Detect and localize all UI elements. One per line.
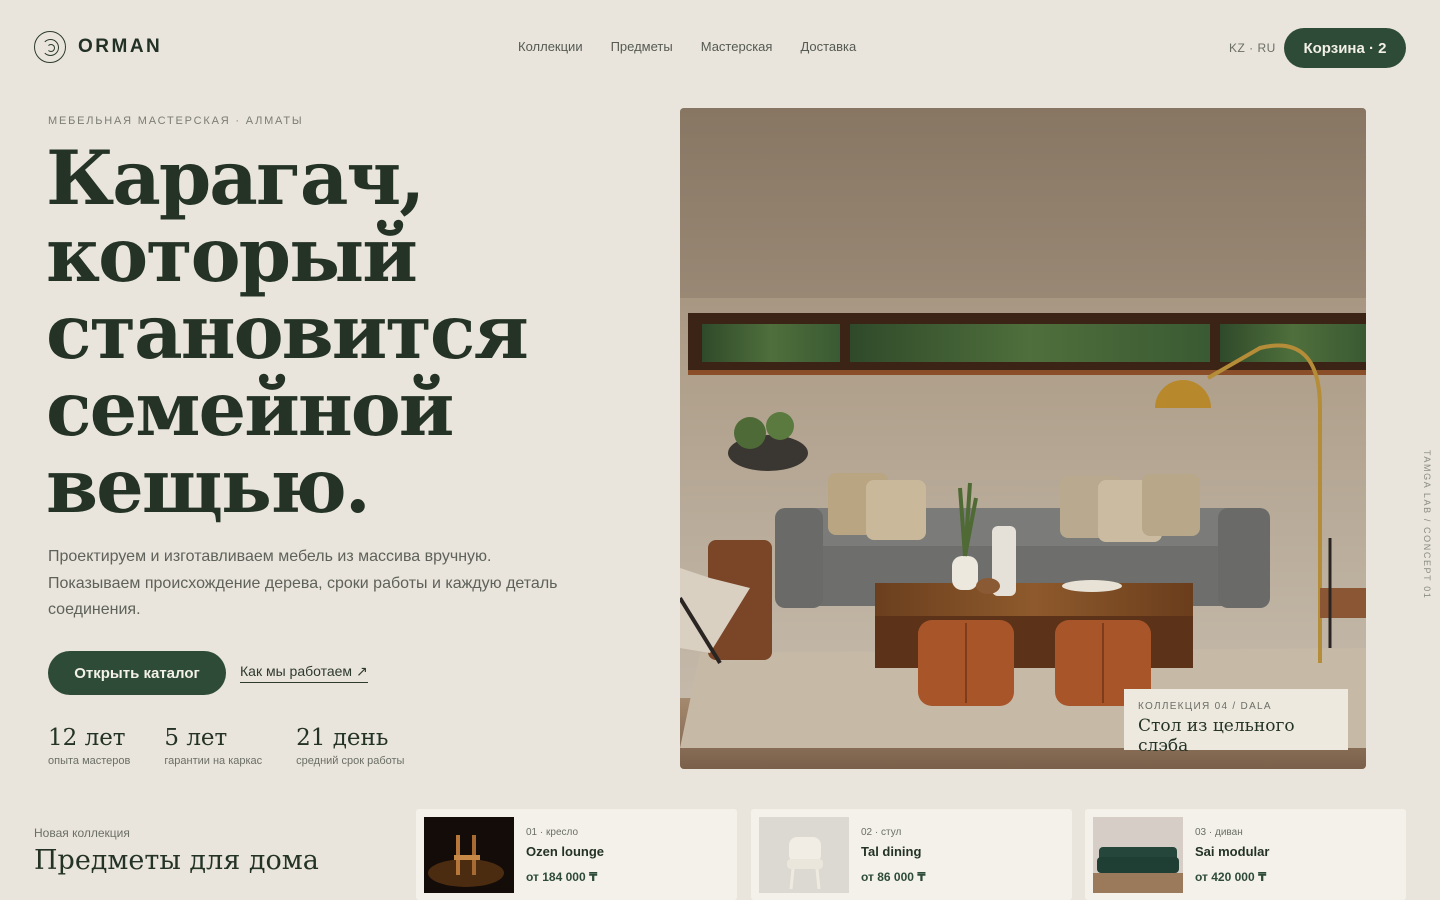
brand-name: ORMAN bbox=[78, 36, 163, 57]
side-vertical-text: TAMGA LAB / CONCEPT 01 bbox=[1422, 450, 1432, 600]
hero-eyebrow: МЕБЕЛЬНАЯ МАСТЕРСКАЯ · АЛМАТЫ bbox=[48, 115, 304, 127]
open-catalog-button[interactable]: Открыть каталог bbox=[48, 651, 226, 695]
product-name: Sai modular bbox=[1195, 844, 1270, 859]
product-thumbnail bbox=[1093, 817, 1183, 893]
product-name: Tal dining bbox=[861, 844, 922, 859]
stat-label: гарантии на каркас bbox=[164, 755, 263, 767]
product-meta: 02 · стул bbox=[861, 827, 902, 838]
stat-value: 12 лет bbox=[48, 725, 126, 751]
product-thumbnail bbox=[424, 817, 514, 893]
hero-title-line: семейной bbox=[46, 365, 454, 453]
product-card-ozen[interactable]: 01 · кресло Ozen lounge от 184 000 ₸ bbox=[416, 809, 737, 900]
product-meta: 01 · кресло bbox=[526, 827, 579, 838]
collection-title: Предметы для дома bbox=[34, 845, 319, 876]
product-thumbnail bbox=[759, 817, 849, 893]
nav-item-items[interactable]: Предметы bbox=[611, 39, 673, 54]
product-price: от 420 000 ₸ bbox=[1195, 870, 1267, 884]
cart-button[interactable]: Корзина · 2 bbox=[1284, 28, 1406, 68]
stat-experience: 12 лет опыта мастеров bbox=[48, 722, 130, 767]
product-card-tal[interactable]: 02 · стул Tal dining от 86 000 ₸ bbox=[751, 809, 1072, 900]
nav-item-delivery[interactable]: Доставка bbox=[800, 39, 856, 54]
stat-value: 21 день bbox=[296, 725, 389, 751]
hero-title-line: который bbox=[46, 211, 418, 299]
hero-stats: 12 лет опыта мастеров 5 лет гарантии на … bbox=[48, 722, 438, 767]
hero-interior-image bbox=[680, 108, 1366, 769]
stat-label: средний срок работы bbox=[296, 755, 405, 767]
hero-image-caption[interactable]: КОЛЛЕКЦИЯ 04 / DALA Стол из цельного слэ… bbox=[1124, 689, 1348, 756]
product-price: от 86 000 ₸ bbox=[861, 870, 926, 884]
stat-lead-time: 21 день средний срок работы bbox=[296, 722, 404, 767]
hero-title-line: становится bbox=[46, 288, 529, 376]
stat-warranty: 5 лет гарантии на каркас bbox=[164, 722, 262, 767]
hero-title-line: вещью. bbox=[46, 442, 371, 530]
product-name: Ozen lounge bbox=[526, 844, 604, 859]
collection-label: Новая коллекция bbox=[34, 826, 130, 840]
brand-logo[interactable]: ORMAN bbox=[34, 31, 162, 63]
language-switcher[interactable]: KZ · RU bbox=[1229, 41, 1276, 55]
stat-value: 5 лет bbox=[164, 725, 228, 751]
nav-item-workshop[interactable]: Мастерская bbox=[701, 39, 773, 54]
orman-logo-icon bbox=[34, 31, 66, 63]
caption-collection: КОЛЛЕКЦИЯ 04 / DALA bbox=[1138, 701, 1272, 712]
main-nav: Коллекции Предметы Мастерская Доставка bbox=[518, 39, 856, 54]
product-card-sai[interactable]: 03 · диван Sai modular от 420 000 ₸ bbox=[1085, 809, 1406, 900]
caption-title: Стол из цельного слэба bbox=[1138, 716, 1295, 756]
nav-item-collections[interactable]: Коллекции bbox=[518, 39, 583, 54]
how-we-work-link[interactable]: Как мы работаем ↗ bbox=[240, 663, 368, 683]
site-header: ORMAN Коллекции Предметы Мастерская Дост… bbox=[0, 0, 1440, 96]
hero-title-line: Карагач, bbox=[46, 134, 425, 222]
hero-title: Карагач, который становится семейной вещ… bbox=[46, 140, 646, 525]
product-price: от 184 000 ₸ bbox=[526, 870, 598, 884]
stat-label: опыта мастеров bbox=[48, 755, 131, 767]
product-meta: 03 · диван bbox=[1195, 827, 1243, 838]
hero-description: Проектируем и изготавливаем мебель из ма… bbox=[48, 548, 558, 618]
